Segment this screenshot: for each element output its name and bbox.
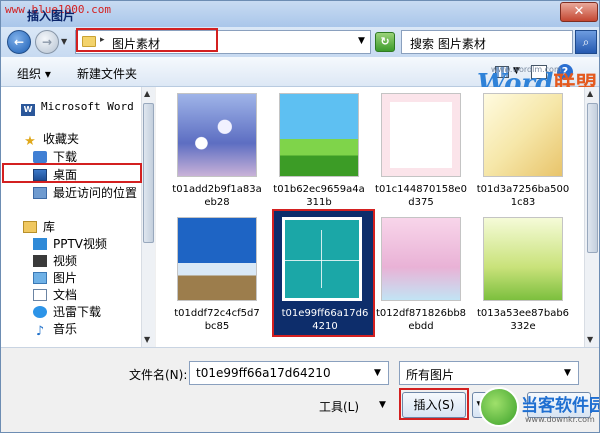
pictures-icon [33, 272, 47, 284]
scroll-up-icon[interactable]: ▲ [144, 89, 150, 98]
image-thumbnail [279, 93, 359, 177]
image-thumbnail [381, 217, 461, 301]
close-button[interactable]: ✕ [560, 2, 598, 22]
sidebar-item-documents[interactable]: 文档 [33, 286, 77, 304]
tools-dropdown-icon[interactable]: ▼ [379, 400, 386, 410]
sidebar-item-music[interactable]: ♪ 音乐 [33, 320, 77, 338]
arrow-right-icon: → [41, 35, 53, 49]
file-tile[interactable]: t01c144870158e0 d375 [370, 87, 472, 212]
sidebar-scrollbar[interactable]: ▲ ▼ [141, 87, 155, 347]
new-folder-button[interactable]: 新建文件夹 [77, 65, 137, 82]
chevron-down-icon[interactable]: ▼ [564, 368, 571, 378]
scroll-down-icon[interactable]: ▼ [144, 335, 150, 344]
sidebar-item-libraries[interactable]: 库 [23, 218, 55, 236]
file-tile[interactable]: t01b62ec9659a4a 311b [268, 87, 370, 212]
file-name: t01add2b9f1a83a eb28 [172, 184, 262, 208]
file-name: t012df871826bb8 ebdd [375, 308, 467, 332]
pptv-icon [33, 238, 47, 250]
image-thumbnail [381, 93, 461, 177]
file-tile[interactable]: t01add2b9f1a83a eb28 [166, 87, 268, 212]
filetype-select[interactable]: 所有图片 ▼ [399, 361, 579, 385]
search-button[interactable]: ⌕ [575, 30, 597, 54]
search-icon: ⌕ [582, 35, 590, 49]
sidebar-item-recent-places[interactable]: 最近访问的位置 [33, 184, 137, 202]
desktop-highlight-box [2, 163, 142, 183]
file-tile[interactable]: t012df871826bb8 ebdd [370, 211, 472, 336]
sidebar-item-favorites[interactable]: ★ 收藏夹 [23, 130, 79, 148]
window-title: 插入图片 [27, 9, 76, 23]
sidebar-item-pictures[interactable]: 图片 [33, 269, 77, 287]
refresh-button[interactable]: ↻ [375, 32, 395, 52]
sidebar-item-pptv-videos[interactable]: PPTV视频 [33, 235, 107, 253]
music-icon: ♪ [35, 324, 45, 339]
file-list: t01add2b9f1a83a eb28 t01b62ec9659a4a 311b … [156, 87, 584, 347]
chevron-down-icon[interactable]: ▼ [358, 36, 365, 46]
recent-pages-dropdown[interactable]: ▼ [61, 37, 67, 46]
file-tile[interactable]: t01ddf72c4cf5d7 bc85 [166, 211, 268, 336]
image-thumbnail [177, 93, 257, 177]
search-input[interactable]: 搜索 图片素材 [410, 35, 486, 52]
scroll-down-icon[interactable]: ▼ [587, 335, 593, 344]
image-thumbnail [177, 217, 257, 301]
filename-value[interactable]: t01e99ff66a17d64210 [196, 366, 331, 380]
chevron-down-icon[interactable]: ▼ [374, 368, 381, 378]
image-thumbnail [483, 217, 563, 301]
image-thumbnail [483, 93, 563, 177]
file-name: t01b62ec9659a4a 311b [273, 184, 365, 208]
selected-file-highlight-box [272, 209, 375, 337]
star-icon: ★ [24, 134, 36, 149]
recent-places-icon [33, 187, 47, 199]
navigation-pane: W Microsoft Word ★ 收藏夹 下载 桌面 最近访问的位置 库 PPT… [1, 87, 155, 347]
file-name: t013a53ee87bab6 332e [476, 308, 570, 332]
downkr-logo: 当客软件园 www.downkr.com [479, 387, 599, 432]
organize-button[interactable]: 组织 ▾ [17, 65, 51, 82]
file-tile[interactable]: t013a53ee87bab6 332e [472, 211, 574, 336]
search-box[interactable]: 搜索 图片素材 [401, 30, 573, 54]
filename-label: 文件名(N): [129, 368, 188, 382]
file-list-scrollbar[interactable]: ▲ ▼ [584, 87, 599, 347]
video-icon [33, 255, 47, 267]
back-button[interactable]: ← [7, 30, 31, 54]
word-icon: W [21, 104, 35, 116]
download-folder-icon [33, 151, 47, 163]
refresh-icon: ↻ [380, 35, 390, 48]
file-name: t01d3a7256ba500 1c83 [476, 184, 570, 208]
scroll-up-icon[interactable]: ▲ [587, 89, 593, 98]
file-name: t01c144870158e0 d375 [375, 184, 467, 208]
documents-icon [33, 289, 47, 301]
close-icon: ✕ [573, 4, 585, 19]
tools-button[interactable]: 工具(L) [319, 398, 359, 415]
library-icon [23, 221, 37, 233]
sidebar-scroll-thumb[interactable] [143, 103, 154, 243]
arrow-left-icon: ← [13, 35, 25, 49]
file-name: t01ddf72c4cf5d7 bc85 [174, 308, 260, 332]
filetype-value[interactable]: 所有图片 [406, 366, 454, 383]
downkr-logo-icon [479, 387, 519, 427]
sidebar-item-xunlei-downloads[interactable]: 迅雷下载 [33, 303, 101, 321]
sidebar-item-microsoft-word[interactable]: W Microsoft Word [21, 97, 134, 116]
sidebar-item-videos[interactable]: 视频 [33, 252, 77, 270]
file-tile[interactable]: t01d3a7256ba500 1c83 [472, 87, 574, 212]
file-list-scroll-thumb[interactable] [587, 103, 598, 253]
address-highlight-box [76, 28, 218, 52]
forward-button[interactable]: → [35, 30, 59, 54]
word-union-url: www.wordlm.com [491, 65, 562, 74]
filename-input[interactable]: t01e99ff66a17d64210 ▼ [189, 361, 389, 385]
insert-picture-dialog: www.blue1000.com 插入图片 ✕ ← → ▼ ▸ 图片素材 ▼ ↻… [0, 0, 600, 433]
xunlei-icon [33, 306, 47, 318]
title-bar[interactable]: www.blue1000.com 插入图片 ✕ [1, 1, 599, 27]
insert-highlight-box [399, 388, 469, 420]
